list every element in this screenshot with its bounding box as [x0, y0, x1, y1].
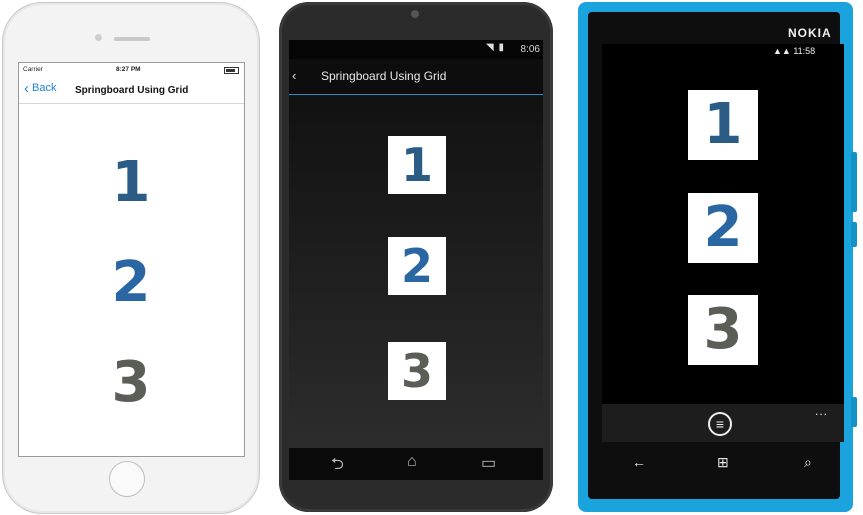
chevron-left-icon: ‹ [24, 79, 29, 97]
page-title: Springboard Using Grid [75, 85, 189, 96]
search-icon[interactable]: ⌕ [804, 454, 812, 471]
back-icon[interactable]: ← [632, 454, 646, 470]
back-icon[interactable]: ⮌ [331, 453, 344, 480]
page-title: Springboard Using Grid [321, 69, 447, 83]
tile-2[interactable]: 2 [106, 253, 156, 313]
lumia-status-bar: ▲▲ 11:58 [773, 46, 815, 56]
lumia-screen: 1 2 3 [602, 44, 844, 404]
windows-icon[interactable]: ⊞ [717, 454, 729, 471]
volume-rocker [851, 152, 857, 212]
lumia-device: NOKIA 1 2 3 ▲▲ 11:58 ≡ ... ← ⊞ ⌕ [578, 2, 857, 512]
android-status-bar: ◥ ▮ 8:06 [289, 40, 543, 59]
android-device: ◥ ▮ 8:06 ‹ Springboard Using Grid 1 2 3 … [279, 2, 553, 512]
back-button[interactable]: ‹ Back [24, 79, 57, 97]
recents-icon[interactable]: ▭ [481, 453, 496, 473]
battery-icon [224, 67, 239, 74]
tile-3[interactable]: 3 [388, 342, 446, 400]
status-time: 11:58 [793, 46, 816, 56]
lumia-bezel: NOKIA 1 2 3 ▲▲ 11:58 ≡ ... ← ⊞ ⌕ [588, 12, 844, 499]
tile-2[interactable]: 2 [688, 193, 758, 263]
tile-2[interactable]: 2 [388, 237, 446, 295]
home-button[interactable] [109, 461, 145, 497]
android-nav-bar: ⮌ ⌂ ▭ [289, 448, 543, 480]
back-button-label: Back [32, 82, 57, 94]
ios-status-bar: Carrier 8:27 PM [19, 63, 244, 77]
signal-icon: ▲▲ [773, 46, 794, 56]
power-button [851, 222, 857, 247]
android-screen: ◥ ▮ 8:06 ‹ Springboard Using Grid 1 2 3 … [289, 40, 543, 480]
camera-button [851, 397, 857, 427]
tile-3[interactable]: 3 [688, 295, 758, 365]
menu-icon[interactable]: ≡ [708, 412, 732, 436]
wifi-battery-icons: ◥ ▮ [486, 42, 505, 53]
iphone-device: Carrier 8:27 PM ‹ Back Springboard Using… [2, 2, 260, 514]
android-action-bar: ‹ Springboard Using Grid [289, 59, 543, 95]
status-time: 8:27 PM [116, 66, 141, 73]
back-arrow-icon[interactable]: ‹ [292, 68, 296, 83]
status-time: 8:06 [520, 44, 540, 55]
carrier-label: Carrier [23, 66, 43, 73]
more-options[interactable]: ... [815, 404, 828, 418]
lumia-hardware-keys: ← ⊞ ⌕ [602, 444, 844, 484]
lumia-app-bar: ≡ ... [602, 404, 844, 442]
brand-logo: NOKIA [788, 26, 832, 40]
ios-navigation-bar: ‹ Back Springboard Using Grid [19, 77, 244, 104]
tile-1[interactable]: 1 [688, 90, 758, 160]
camera-icon [411, 10, 419, 18]
ios-screen: Carrier 8:27 PM ‹ Back Springboard Using… [18, 62, 245, 457]
tile-1[interactable]: 1 [106, 153, 156, 213]
camera-icon [95, 34, 102, 41]
tile-1[interactable]: 1 [388, 136, 446, 194]
tile-3[interactable]: 3 [106, 353, 156, 413]
speaker-grille [114, 37, 150, 41]
home-icon[interactable]: ⌂ [407, 453, 417, 471]
